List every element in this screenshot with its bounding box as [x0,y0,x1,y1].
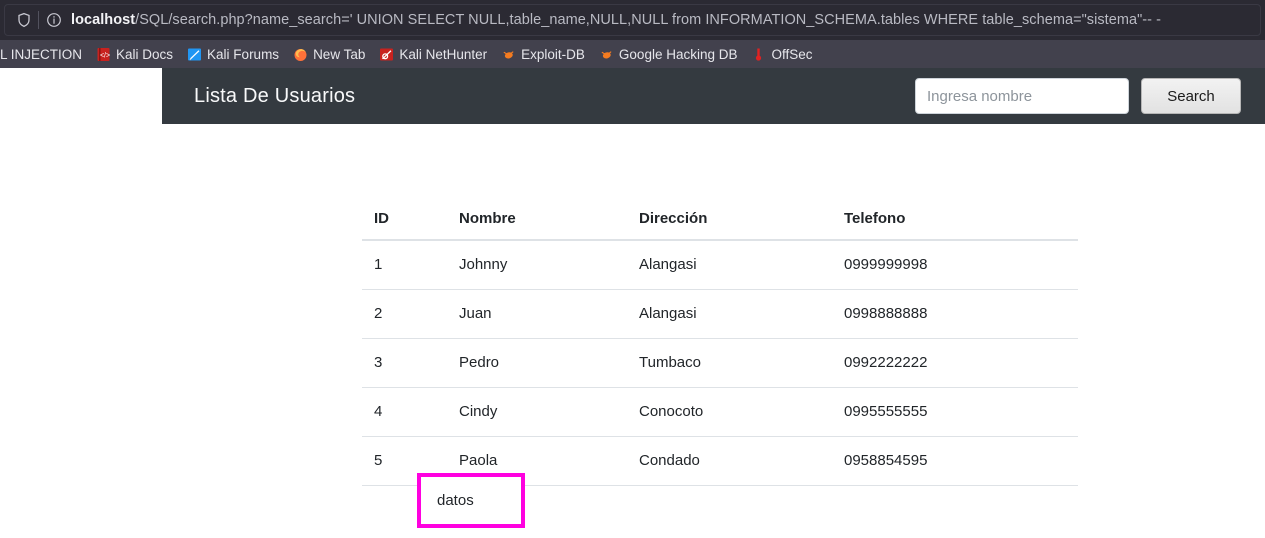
search-input[interactable] [915,78,1129,114]
cell-direccion: Alangasi [627,288,832,338]
google-hacking-db-icon [599,47,614,62]
address-bar[interactable]: localhost/SQL/search.php?name_search=' U… [4,4,1261,36]
page-title: Lista De Usuarios [194,84,356,107]
cell-direccion: Conocoto [627,386,832,436]
cell-telefono: 0998888888 [832,288,1078,338]
bookmark-label: Google Hacking DB [618,46,738,62]
bookmark-label: New Tab [313,46,366,62]
shield-icon[interactable] [11,7,37,33]
bookmark-google-hacking-db[interactable]: Google Hacking DB [592,42,745,66]
cell-telefono [832,484,1078,534]
url-text[interactable]: localhost/SQL/search.php?name_search=' U… [67,12,1161,28]
exploit-db-icon [501,47,516,62]
table-row-injected: datos [362,472,1078,534]
cell-nombre: Pedro [447,337,627,387]
cell-direccion: Condado [627,435,832,485]
bookmark-offsec[interactable]: OffSec [744,42,819,66]
kali-docs-icon: </> [96,47,111,62]
url-path: /SQL/search.php?name_search=' UNION SELE… [135,12,1162,28]
bookmarks-bar[interactable]: L INJECTION </> Kali Docs Kali Forums Ne… [0,40,1265,68]
cell-telefono: 0995555555 [832,386,1078,436]
cell-id: 2 [362,288,447,338]
search-button[interactable]: Search [1141,78,1241,114]
cell-nombre: Johnny [447,239,627,289]
table-row: 4 Cindy Conocoto 0995555555 [362,386,1078,436]
users-table: ID Nombre Dirección Telefono 1 Johnny Al… [362,198,1078,534]
cell-nombre-text: datos [437,491,474,509]
browser-chrome: localhost/SQL/search.php?name_search=' U… [0,0,1265,68]
table-head: ID Nombre Dirección Telefono [362,198,1078,241]
firefox-icon [293,47,308,62]
app-navbar: Lista De Usuarios Search [162,68,1265,124]
cell-id: 3 [362,337,447,387]
url-host: localhost [71,12,136,28]
cell-direccion [627,484,832,534]
bookmark-sql-injection[interactable]: L INJECTION [0,42,89,66]
bookmark-kali-nethunter[interactable]: Kali NetHunter [372,42,494,66]
bookmark-label: Kali Forums [207,46,280,62]
column-header-direccion[interactable]: Dirección [627,198,832,241]
bookmark-kali-forums[interactable]: Kali Forums [180,42,286,66]
cell-direccion: Alangasi [627,239,832,289]
column-header-telefono[interactable]: Telefono [832,198,1078,241]
cell-nombre: Cindy [447,386,627,436]
cell-telefono: 0958854595 [832,435,1078,485]
bookmark-kali-docs[interactable]: </> Kali Docs [89,42,180,66]
table-row: 3 Pedro Tumbaco 0992222222 [362,337,1078,387]
cell-telefono: 0992222222 [832,337,1078,387]
bookmark-new-tab[interactable]: New Tab [286,42,372,66]
cell-id: 1 [362,239,447,289]
bookmark-label: Kali Docs [116,46,174,62]
svg-text:</>: </> [100,52,110,59]
bookmark-label: Exploit-DB [521,46,585,62]
cell-nombre-highlighted: datos [417,472,627,534]
bookmark-label: L INJECTION [0,46,83,62]
bookmark-exploit-db[interactable]: Exploit-DB [494,42,592,66]
page-content: Lista De Usuarios Search ID Nombre Direc… [0,68,1265,538]
table-row: 1 Johnny Alangasi 0999999998 [362,239,1078,289]
cell-telefono: 0999999998 [832,239,1078,289]
bookmark-label: Kali NetHunter [399,46,488,62]
users-table-container: ID Nombre Dirección Telefono 1 Johnny Al… [362,198,1078,534]
url-divider [38,11,39,29]
cell-direccion: Tumbaco [627,337,832,387]
table-body: 1 Johnny Alangasi 0999999998 2 Juan Alan… [362,239,1078,534]
column-header-id[interactable]: ID [362,198,447,241]
cell-id: 4 [362,386,447,436]
url-bar-row: localhost/SQL/search.php?name_search=' U… [0,0,1265,40]
table-row: 2 Juan Alangasi 0998888888 [362,288,1078,338]
column-header-nombre[interactable]: Nombre [447,198,627,241]
info-icon[interactable] [41,7,67,33]
kali-forums-icon [187,47,202,62]
table-header-row: ID Nombre Dirección Telefono [362,198,1078,241]
search-form: Search [915,78,1241,114]
kali-nethunter-icon [379,47,394,62]
bookmark-label: OffSec [771,46,813,62]
offsec-icon [751,47,766,62]
cell-nombre: Juan [447,288,627,338]
